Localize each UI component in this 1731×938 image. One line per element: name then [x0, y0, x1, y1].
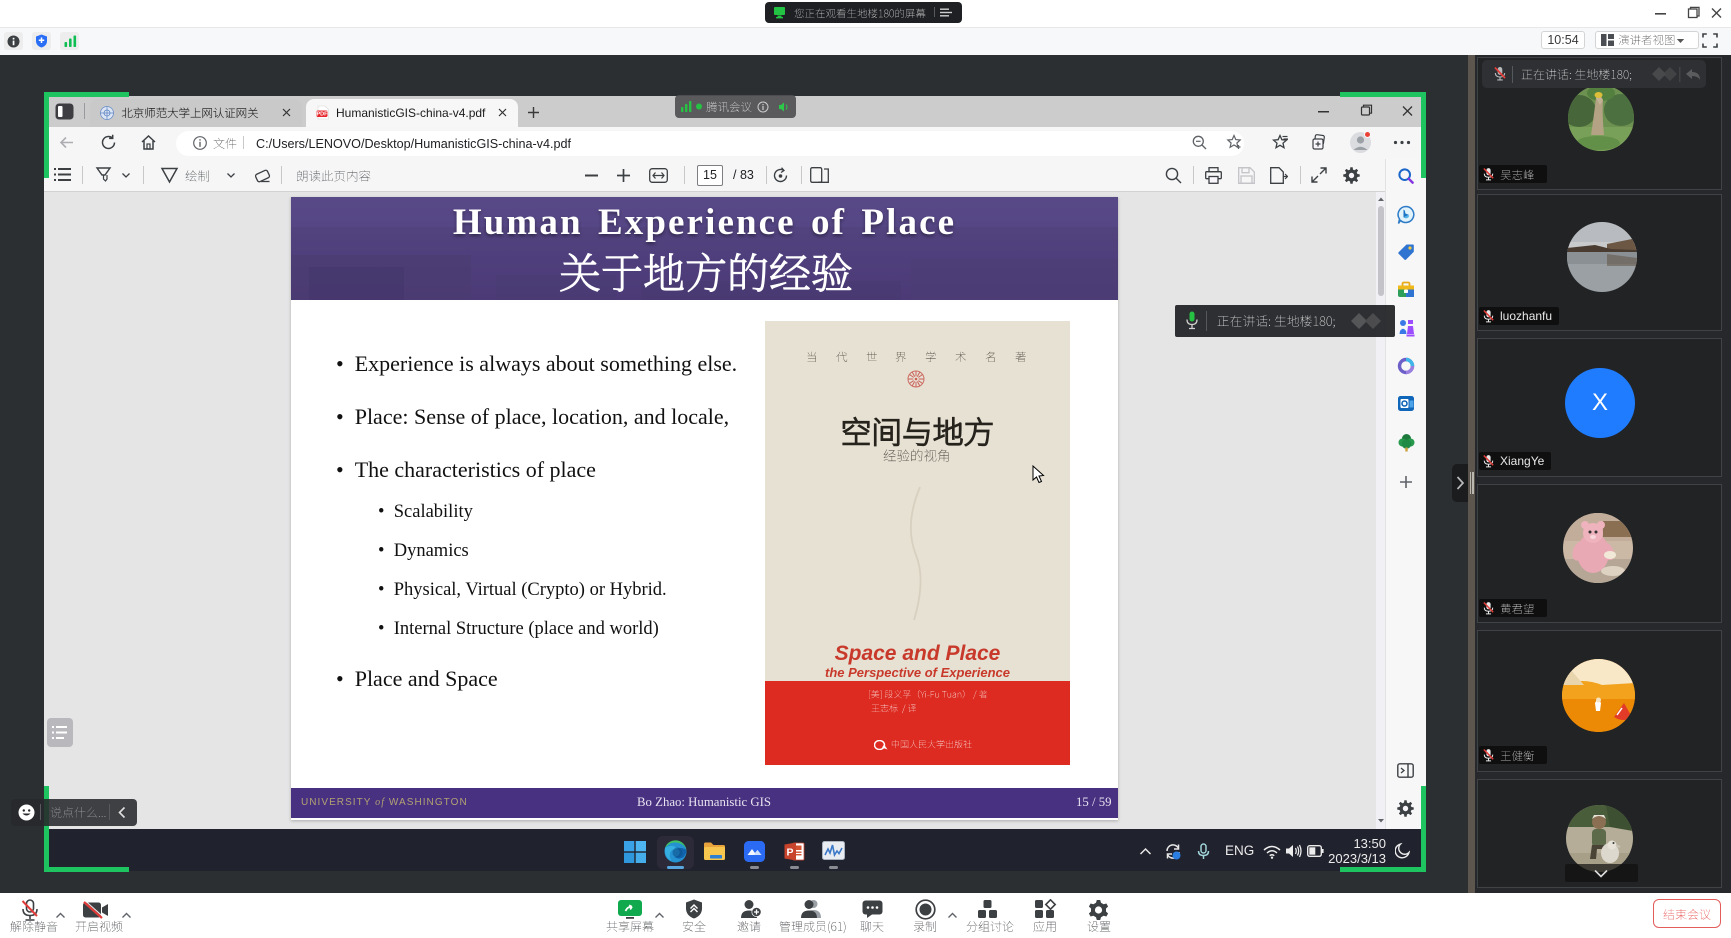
svg-text:PDF: PDF: [317, 112, 329, 118]
svg-text:P: P: [786, 847, 793, 859]
